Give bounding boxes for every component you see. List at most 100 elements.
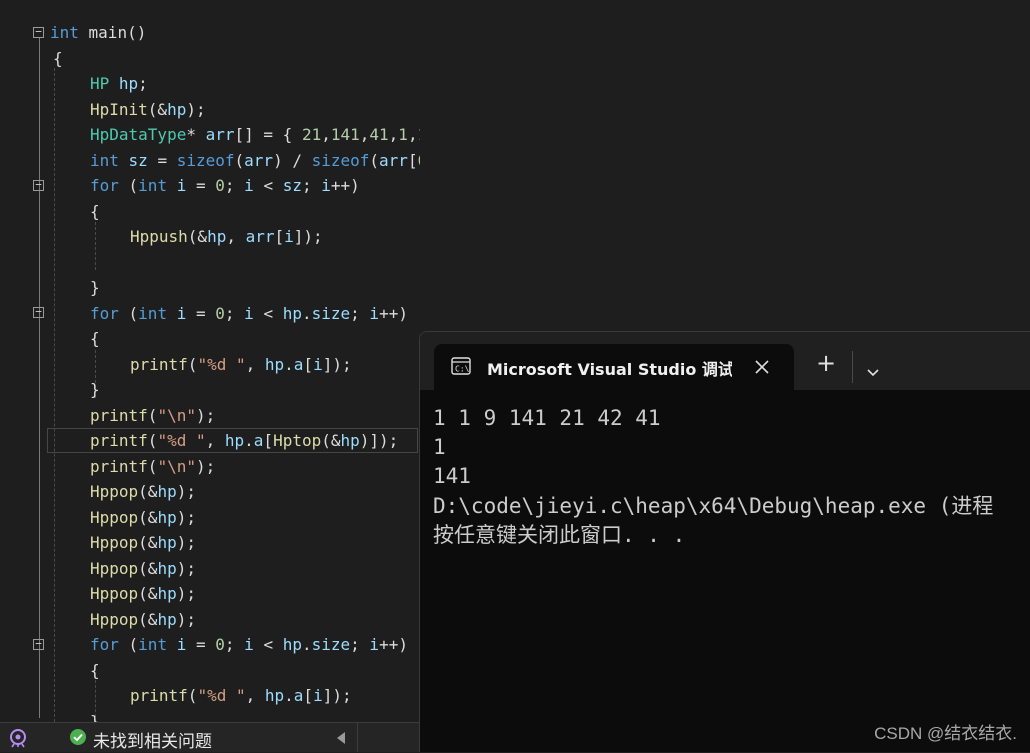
- code-token: arr: [244, 150, 274, 170]
- code-text: Hppop(&hp);: [90, 607, 196, 632]
- code-line[interactable]: int sz = sizeof(arr) / sizeof(arr[0]);: [0, 148, 420, 173]
- code-line[interactable]: HpDataType* arr[] = { 21,141,41,1,1,42,9…: [0, 122, 420, 147]
- code-token: hp: [282, 303, 302, 323]
- code-line[interactable]: printf("%d ", hp.a[i]);: [0, 352, 420, 377]
- code-line[interactable]: for (int i = 0; i < sz; i++): [0, 173, 420, 198]
- terminal-tab-title-wrap: Microsoft Visual Studio 调试控制台: [487, 356, 732, 380]
- code-line[interactable]: Hppop(&hp);: [0, 530, 420, 555]
- code-token: (&: [138, 533, 158, 552]
- code-line[interactable]: int main(): [0, 20, 420, 45]
- code-token: for: [90, 635, 119, 654]
- code-line[interactable]: }: [0, 275, 420, 300]
- code-token: =: [186, 176, 216, 195]
- code-token: printf: [130, 686, 188, 705]
- chevron-down-icon[interactable]: [867, 362, 879, 377]
- code-token: [: [407, 150, 418, 170]
- code-token: ++): [379, 635, 408, 654]
- code-token: ;: [350, 635, 370, 654]
- code-line[interactable]: printf("%d ", hp.a[i]);: [0, 683, 420, 708]
- code-line[interactable]: Hppush(&hp, arr[i]);: [0, 224, 420, 249]
- code-text: Hppop(&hp);: [90, 556, 196, 581]
- code-token: (: [147, 405, 158, 425]
- code-token: ++): [330, 176, 360, 195]
- code-token: i: [369, 635, 380, 654]
- code-line[interactable]: }: [0, 377, 420, 402]
- code-line[interactable]: Hppop(&hp);: [0, 556, 420, 581]
- collapse-icon[interactable]: −: [33, 179, 44, 191]
- code-token: "\n": [157, 405, 196, 425]
- code-token: printf: [90, 405, 148, 425]
- code-line[interactable]: {: [0, 658, 420, 683]
- code-line[interactable]: Hppop(&hp);: [0, 505, 420, 530]
- code-token: (: [369, 150, 380, 170]
- plus-icon[interactable]: +: [816, 351, 836, 375]
- collapse-icon[interactable]: −: [33, 306, 44, 318]
- scroll-left-icon[interactable]: [336, 731, 346, 744]
- code-token: ,: [245, 354, 265, 374]
- code-line[interactable]: {: [0, 199, 420, 224]
- code-text: printf("\n");: [90, 403, 215, 428]
- terminal-output-line: 1: [433, 435, 446, 460]
- collapse-icon[interactable]: −: [33, 26, 44, 38]
- code-token: ;: [224, 176, 245, 195]
- copilot-icon[interactable]: [8, 728, 28, 748]
- code-text: }: [90, 275, 100, 300]
- code-token: ]);: [322, 686, 352, 705]
- code-token: Hppop: [90, 533, 139, 552]
- code-token: hp: [157, 533, 177, 552]
- code-token: ,: [245, 686, 265, 705]
- code-token: .: [284, 354, 294, 374]
- code-token: i: [284, 227, 294, 246]
- code-token: ;: [350, 303, 370, 323]
- code-token: );: [176, 507, 196, 527]
- code-token: "\n": [157, 456, 196, 476]
- code-text: printf("%d ", hp.a[i]);: [130, 683, 352, 708]
- code-line[interactable]: Hppop(&hp);: [0, 479, 420, 504]
- code-token: *: [186, 125, 206, 144]
- collapse-icon[interactable]: −: [33, 638, 44, 650]
- code-line[interactable]: [0, 250, 420, 275]
- code-line[interactable]: printf("%d ", hp.a[Hptop(&hp)]);: [0, 428, 420, 453]
- code-token: ) /: [273, 150, 312, 170]
- code-text: Hppop(&hp);: [90, 581, 196, 606]
- debug-console-window[interactable]: C:\ Microsoft Visual Studio 调试控制台 + 1 1 …: [419, 331, 1030, 752]
- code-line[interactable]: for (int i = 0; i < hp.size; i++): [0, 301, 420, 326]
- code-token: );: [176, 558, 196, 578]
- code-line[interactable]: Hppop(&hp);: [0, 607, 420, 632]
- code-token: );: [176, 482, 196, 501]
- code-line[interactable]: {: [0, 46, 420, 71]
- code-token: Hppop: [90, 558, 139, 578]
- code-line[interactable]: HP hp;: [0, 71, 420, 96]
- code-line[interactable]: for (int i = 0; i < hp.size; i++): [0, 632, 420, 657]
- code-text: {: [53, 46, 63, 71]
- close-icon[interactable]: [755, 359, 769, 374]
- code-token: sizeof: [176, 150, 235, 170]
- code-line[interactable]: {: [0, 326, 420, 351]
- code-line[interactable]: printf("\n");: [0, 403, 420, 428]
- code-line[interactable]: }: [0, 709, 420, 723]
- code-text: Hppop(&hp);: [90, 530, 196, 555]
- code-token: .: [301, 635, 312, 654]
- code-token: printf: [130, 354, 188, 374]
- code-token: int: [90, 150, 119, 170]
- terminal-tab[interactable]: C:\ Microsoft Visual Studio 调试控制台: [434, 344, 794, 390]
- code-token: Hppop: [90, 507, 139, 527]
- code-token: arr: [205, 125, 235, 144]
- code-token: =: [147, 150, 177, 170]
- code-token: [: [303, 354, 314, 374]
- code-editor[interactable]: int main(){HP hp; HpInit(&hp); HpDataType*…: [0, 0, 420, 722]
- code-text: }: [90, 709, 100, 723]
- code-token: HpDataType: [90, 125, 187, 144]
- code-line[interactable]: HpInit(&hp);: [0, 97, 420, 122]
- code-line[interactable]: Hppop(&hp);: [0, 581, 420, 606]
- code-line[interactable]: printf("\n");: [0, 454, 420, 479]
- issues-status-text[interactable]: 未找到相关问题: [93, 727, 212, 752]
- code-token: (: [187, 686, 198, 705]
- code-token: [] = {: [234, 125, 302, 144]
- watermark: CSDN @结衣结衣.: [874, 724, 1017, 743]
- code-token: for: [90, 303, 119, 323]
- code-token: );: [195, 405, 216, 425]
- code-token: (&: [138, 584, 158, 603]
- code-token: Hppop: [90, 609, 139, 629]
